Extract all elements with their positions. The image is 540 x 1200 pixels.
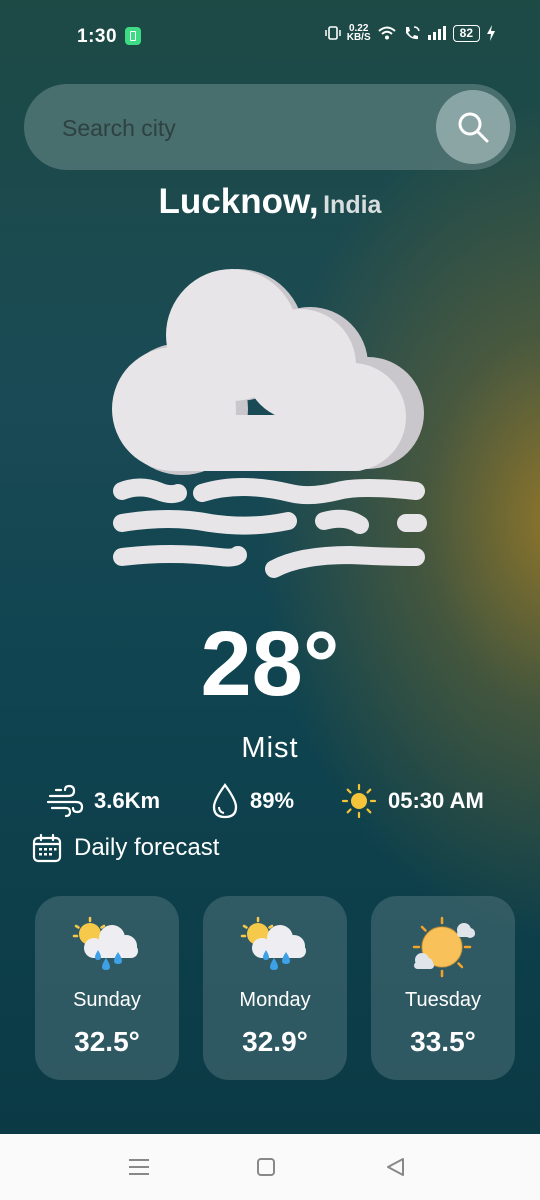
wifi-icon: [377, 26, 396, 40]
vibrate-icon: [324, 26, 341, 40]
search-icon: [458, 112, 489, 143]
signal-icon: [427, 26, 446, 40]
status-time: 1:30: [77, 26, 118, 47]
location-title: Lucknow, India: [0, 182, 540, 222]
search-input[interactable]: [60, 84, 424, 172]
navigation-bar: [0, 1134, 540, 1200]
battery-level: 82: [452, 24, 480, 42]
search-bar: [24, 84, 516, 172]
forecast-card-tuesday[interactable]: Tuesday 33.5°: [371, 896, 515, 1080]
wind-value: 3.6Km: [94, 788, 161, 813]
calendar-icon: [32, 833, 62, 863]
charging-icon: [487, 25, 495, 41]
home-icon[interactable]: [251, 1155, 281, 1179]
network-speed-unit: KB/S: [346, 32, 371, 43]
wind-icon: [46, 784, 84, 818]
forecast-card-sunday[interactable]: Sunday 32.5°: [35, 896, 179, 1080]
water-drop-icon: [212, 783, 238, 819]
humidity-stat: 89%: [210, 782, 294, 820]
sun-icon: [341, 783, 377, 819]
battery-saver-icon: [125, 27, 141, 45]
humidity-value: 89%: [250, 788, 295, 813]
city-name: Lucknow,: [158, 182, 319, 221]
sun-clouds-icon: [412, 916, 475, 978]
country-name: India: [323, 191, 382, 219]
sun-cloud-rain-icon: [240, 916, 306, 970]
forecast-day: Monday: [239, 989, 311, 1011]
sun-cloud-rain-icon: [72, 916, 138, 970]
daily-forecast-header: Daily forecast: [32, 833, 219, 863]
mist-cloud-icon: [112, 269, 427, 578]
forecast-day: Tuesday: [405, 989, 481, 1011]
sunrise-value: 05:30 AM: [388, 788, 484, 813]
forecast-temp: 33.5°: [410, 1026, 476, 1057]
weather-app: 1:30 0.22 KB/S 82 Search city Lucknow, I…: [0, 0, 540, 1134]
back-icon[interactable]: [381, 1155, 411, 1179]
forecast-list: Sunday 32.5° Monday 32.9° Tuesday 33.5°: [0, 896, 540, 1080]
search-button[interactable]: [436, 90, 510, 164]
wifi-call-icon: [405, 26, 420, 40]
network-speed: 0.22 KB/S: [346, 24, 371, 43]
wind-stat: 3.6Km: [46, 782, 160, 820]
system-icons: 0.22 KB/S 82: [324, 24, 496, 43]
status-bar: 1:30 0.22 KB/S 82: [0, 0, 540, 72]
daily-forecast-label: Daily forecast: [74, 834, 220, 861]
current-temperature: 28°: [200, 613, 340, 715]
sunrise-stat: 05:30 AM: [340, 782, 484, 820]
weather-stats: 3.6Km 89% 05:30 AM: [0, 782, 540, 826]
forecast-temp: 32.5°: [74, 1026, 140, 1057]
weather-condition: Mist: [241, 732, 299, 764]
forecast-temp: 32.9°: [242, 1026, 308, 1057]
menu-icon[interactable]: [124, 1155, 154, 1179]
forecast-card-monday[interactable]: Monday 32.9°: [203, 896, 347, 1080]
forecast-day: Sunday: [73, 989, 141, 1011]
